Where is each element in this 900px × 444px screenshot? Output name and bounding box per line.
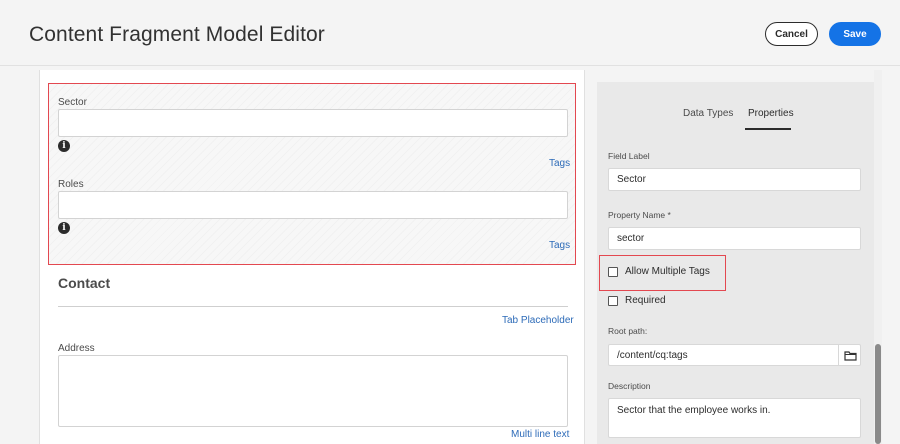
scrollbar-thumb[interactable]: [875, 344, 881, 444]
field-label-input[interactable]: Sector: [608, 168, 861, 191]
info-icon[interactable]: i: [58, 140, 70, 152]
save-button[interactable]: Save: [829, 22, 881, 46]
root-path-label: Root path:: [608, 326, 648, 336]
required-checkbox[interactable]: [608, 296, 618, 306]
address-field-label: Address: [58, 343, 95, 354]
roles-field[interactable]: [58, 191, 568, 219]
info-icon[interactable]: i: [58, 222, 70, 234]
tab-properties[interactable]: Properties: [748, 108, 794, 119]
property-name-label: Property Name *: [608, 210, 671, 220]
sector-field-label: Sector: [58, 97, 87, 108]
multi-line-text-link[interactable]: Multi line text: [511, 429, 569, 440]
required-label: Required: [625, 295, 666, 306]
browse-root-path-button[interactable]: [838, 344, 861, 366]
tab-data-types[interactable]: Data Types: [683, 108, 733, 119]
folder-icon: [843, 350, 857, 361]
page-title: Content Fragment Model Editor: [29, 23, 325, 46]
description-textarea[interactable]: Sector that the employee works in.: [608, 398, 861, 438]
header: Content Fragment Model Editor Cancel Sav…: [0, 0, 900, 66]
cancel-button[interactable]: Cancel: [765, 22, 818, 46]
roles-type-link[interactable]: Tags: [549, 240, 570, 251]
field-label-label: Field Label: [608, 151, 650, 161]
divider: [58, 306, 568, 307]
active-tab-indicator: [745, 128, 791, 130]
contact-tab-title: Contact: [58, 275, 111, 291]
address-textarea[interactable]: [58, 355, 568, 427]
tab-placeholder-link[interactable]: Tab Placeholder: [502, 315, 574, 326]
sector-field[interactable]: [58, 109, 568, 137]
root-path-input[interactable]: /content/cq:tags: [608, 344, 861, 366]
roles-field-label: Roles: [58, 179, 84, 190]
sector-type-link[interactable]: Tags: [549, 158, 570, 169]
allow-multiple-tags-label: Allow Multiple Tags: [625, 266, 710, 277]
description-label: Description: [608, 381, 651, 391]
property-name-input[interactable]: sector: [608, 227, 861, 250]
allow-multiple-tags-checkbox[interactable]: [608, 267, 618, 277]
